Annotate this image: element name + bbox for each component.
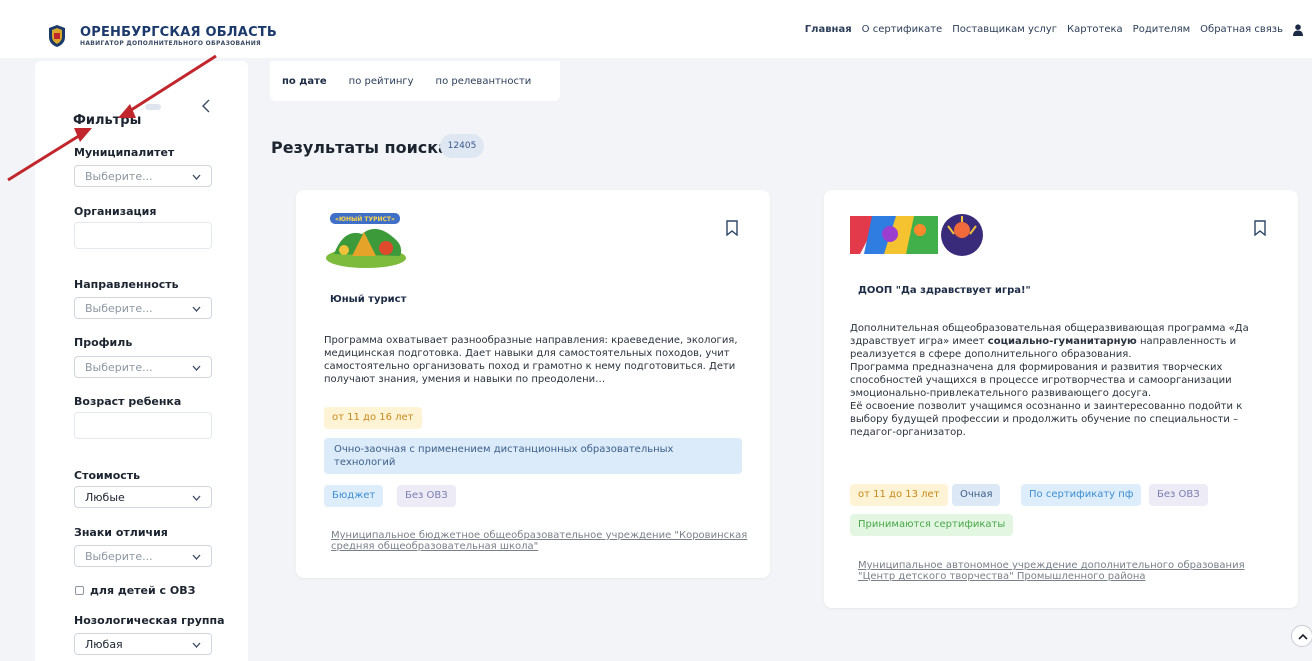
filters-title: Фильтры xyxy=(73,113,142,128)
nosology-label: Нозологическая группа xyxy=(74,614,225,627)
nav-providers[interactable]: Поставщикам услуг xyxy=(952,24,1057,36)
sort-by-date[interactable]: по дате xyxy=(282,76,327,87)
ovz-checkbox-label: для детей с ОВЗ xyxy=(90,584,196,597)
ovz-checkbox[interactable]: для детей с ОВЗ xyxy=(75,584,195,597)
municipality-label: Муниципалитет xyxy=(74,146,175,159)
main-nav: Главная О сертификате Поставщикам услуг … xyxy=(805,24,1303,36)
program-description: Дополнительная общеобразовательная общер… xyxy=(850,322,1274,439)
brand-title[interactable]: ОРЕНБУРГСКАЯ ОБЛАСТЬ xyxy=(80,25,277,40)
filters-sidebar: Фильтры Муниципалитет Выберите... Органи… xyxy=(35,61,248,661)
description-part: Её освоение позволит учащимся осознанно … xyxy=(850,401,1243,438)
coat-of-arms-icon[interactable] xyxy=(47,24,67,48)
organization-label: Организация xyxy=(74,205,157,218)
ovz-tag: Без ОВЗ xyxy=(397,485,456,507)
funding-tag: Бюджет xyxy=(324,485,384,507)
chevron-down-icon xyxy=(192,642,201,648)
description-part: Программа предназначена для формирования… xyxy=(850,362,1232,399)
organization-link[interactable]: Муниципальное бюджетное общеобразователь… xyxy=(331,530,751,552)
chevron-down-icon xyxy=(192,306,201,312)
format-tag: Очно-заочная с применением дистанционных… xyxy=(324,438,742,474)
cost-select-value: Любые xyxy=(85,491,125,504)
chevron-down-icon xyxy=(192,365,201,371)
program-title[interactable]: ДООП "Да здравствует игра!" xyxy=(858,285,1031,296)
checkbox-box[interactable] xyxy=(75,586,84,595)
chevron-up-icon xyxy=(1298,633,1308,640)
organization-input[interactable] xyxy=(74,222,212,249)
chevron-down-icon xyxy=(192,554,201,560)
nav-certificate[interactable]: О сертификате xyxy=(862,24,943,36)
scroll-to-top-button[interactable] xyxy=(1291,625,1312,647)
nav-home[interactable]: Главная xyxy=(805,24,852,36)
age-label: Возраст ребенка xyxy=(74,395,182,408)
thumbnail-caption: «ЮНЫЙ ТУРИСТ» xyxy=(335,215,395,223)
age-input[interactable] xyxy=(74,412,212,439)
funding-tag: По сертификату пф xyxy=(1021,484,1142,506)
sort-bar: по дате по рейтингу по релевантности xyxy=(270,61,560,101)
direction-select-value: Выберите... xyxy=(85,302,153,315)
filters-count-badge xyxy=(145,104,161,110)
chevron-down-icon xyxy=(192,174,201,180)
sort-by-rating[interactable]: по рейтингу xyxy=(349,76,414,87)
organization-link[interactable]: Муниципальное автономное учреждение допо… xyxy=(858,560,1278,582)
chevron-left-icon[interactable] xyxy=(201,99,211,113)
program-card[interactable]: «ЮНЫЙ ТУРИСТ» Юный турист Программа охва… xyxy=(296,190,770,578)
bookmark-icon[interactable] xyxy=(726,220,738,236)
certificates-tag: Принимаются сертификаты xyxy=(850,514,1014,536)
results-title: Результаты поиска xyxy=(271,138,449,157)
ovz-tag: Без ОВЗ xyxy=(1149,484,1208,506)
header: ОРЕНБУРГСКАЯ ОБЛАСТЬ НАВИГАТОР ДОПОЛНИТЕ… xyxy=(0,0,1312,58)
chevron-down-icon xyxy=(192,495,201,501)
cost-select[interactable]: Любые xyxy=(74,486,212,508)
nosology-select-value: Любая xyxy=(85,638,123,651)
user-icon[interactable] xyxy=(1293,24,1303,36)
age-tag: от 11 до 16 лет xyxy=(324,407,422,429)
age-tag: от 11 до 13 лет xyxy=(850,484,948,506)
sort-by-relevance[interactable]: по релевантности xyxy=(436,76,532,87)
municipality-select[interactable]: Выберите... xyxy=(74,165,212,187)
program-thumbnail[interactable]: «ЮНЫЙ ТУРИСТ» xyxy=(324,210,408,270)
municipality-select-value: Выберите... xyxy=(85,170,153,183)
direction-label: Направленность xyxy=(74,278,179,291)
format-tag: Очная xyxy=(952,484,1001,506)
bookmark-icon[interactable] xyxy=(1254,220,1266,236)
nav-feedback[interactable]: Обратная связь xyxy=(1200,24,1283,36)
badges-select-value: Выберите... xyxy=(85,550,153,563)
profile-select-value: Выберите... xyxy=(85,361,153,374)
badges-label: Знаки отличия xyxy=(74,526,168,539)
direction-select[interactable]: Выберите... xyxy=(74,297,212,319)
badges-select[interactable]: Выберите... xyxy=(74,545,212,567)
nav-catalog[interactable]: Картотека xyxy=(1067,24,1123,36)
profile-label: Профиль xyxy=(74,336,133,349)
cost-label: Стоимость xyxy=(74,469,141,482)
description-highlight: социально-гуманитарную xyxy=(987,336,1137,347)
nav-parents[interactable]: Родителям xyxy=(1133,24,1191,36)
program-thumbnail[interactable] xyxy=(850,212,984,258)
program-title[interactable]: Юный турист xyxy=(330,294,406,305)
profile-select[interactable]: Выберите... xyxy=(74,356,212,378)
brand-subtitle: НАВИГАТОР ДОПОЛНИТЕЛЬНОГО ОБРАЗОВАНИЯ xyxy=(80,40,261,47)
results-count-badge: 12405 xyxy=(440,134,484,158)
page: ОРЕНБУРГСКАЯ ОБЛАСТЬ НАВИГАТОР ДОПОЛНИТЕ… xyxy=(0,0,1312,661)
program-description: Программа охватывает разнообразные напра… xyxy=(324,335,738,385)
program-card[interactable]: ДООП "Да здравствует игра!" Дополнительн… xyxy=(824,190,1298,608)
nosology-select[interactable]: Любая xyxy=(74,633,212,655)
